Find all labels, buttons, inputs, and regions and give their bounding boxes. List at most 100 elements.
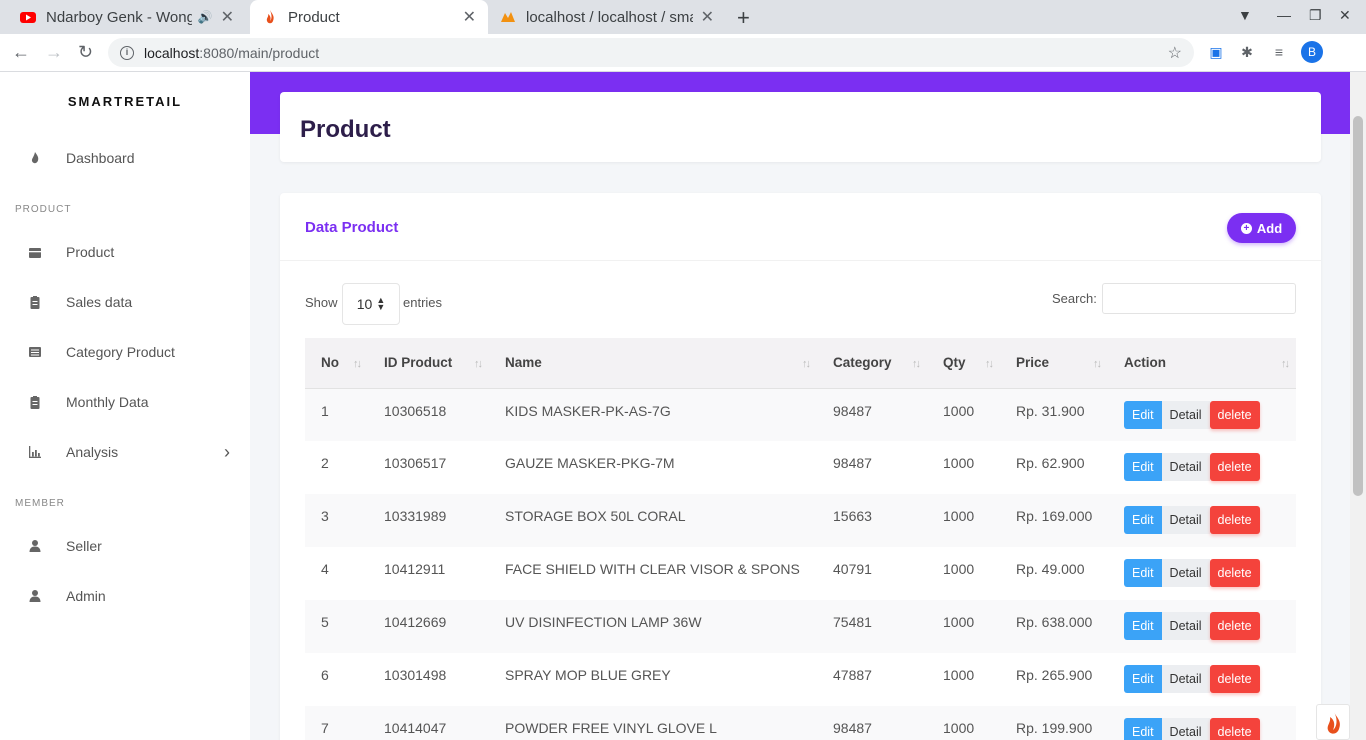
cell-id: 10412669 [384,614,447,630]
detail-button[interactable]: Detail [1161,612,1210,640]
cell-no: 7 [321,720,329,736]
sidebar-item-label: Monthly Data [66,394,149,410]
sidebar-item-product[interactable]: Product [0,237,250,267]
address-bar[interactable]: i localhost:8080/main/product ☆ [108,38,1194,67]
search-input[interactable] [1102,283,1296,314]
entries-label: entries [403,295,443,310]
table-header-row: No ↑↓ ID Product ↑↓ Name ↑↓ Category ↑↓ Qty ↑… [305,338,1296,389]
new-tab-icon[interactable]: + [737,5,750,31]
column-header-id-product[interactable]: ID Product ↑↓ [368,338,489,389]
profile-avatar[interactable]: B [1301,41,1323,63]
delete-button[interactable]: delete [1209,506,1260,534]
column-header-category[interactable]: Category ↑↓ [817,338,927,389]
forward-icon[interactable]: → [45,42,63,63]
sidebar-item-admin[interactable]: Admin [0,581,250,611]
sort-icon: ↑↓ [474,358,483,370]
media-queue-icon[interactable]: ≡ [1269,42,1289,62]
debug-toolbar-button[interactable] [1316,704,1350,740]
edit-button[interactable]: Edit [1124,559,1162,587]
detail-button[interactable]: Detail [1161,718,1210,740]
reload-icon[interactable]: ↻ [78,42,93,63]
cell-qty: 1000 [943,667,975,683]
delete-button[interactable]: delete [1209,665,1260,693]
minimize-icon[interactable]: — [1277,7,1291,23]
detail-button[interactable]: Detail [1161,665,1210,693]
cell-action: Edit Detail delete [1108,388,1296,441]
url-host: localhost [144,44,200,61]
add-button-label: Add [1256,220,1283,236]
page-scrollbar[interactable] [1350,72,1366,740]
close-window-icon[interactable]: ✕ [1339,7,1351,24]
extension-icon[interactable]: ▣ [1206,42,1226,62]
close-tab-icon[interactable]: ✕ [463,7,476,27]
cell-category: 40791 [833,561,872,577]
back-icon[interactable]: ← [12,42,30,63]
puzzle-icon[interactable]: ✱ [1237,42,1257,62]
user-icon [29,540,41,552]
delete-button[interactable]: delete [1209,559,1260,587]
edit-button[interactable]: Edit [1124,665,1162,693]
tab-search-icon[interactable]: ▼ [1238,7,1252,23]
sidebar-item-analysis[interactable]: Analysis › [0,437,250,467]
maximize-icon[interactable]: ❐ [1309,7,1322,24]
detail-button[interactable]: Detail [1161,506,1210,534]
speaker-icon[interactable]: 🔊 [198,10,213,24]
show-label: Show [305,295,338,310]
sidebar-item-sales-data[interactable]: Sales data [0,287,250,317]
site-info-icon[interactable]: i [120,45,134,60]
add-button[interactable]: + Add [1227,213,1296,243]
cell-id: 10414047 [384,720,447,736]
column-label: Name [505,355,542,371]
delete-button[interactable]: delete [1209,612,1260,640]
edit-button[interactable]: Edit [1124,612,1162,640]
table-row: 7 10414047 POWDER FREE VINYL GLOVE L 984… [305,706,1296,740]
detail-button[interactable]: Detail [1161,559,1210,587]
table-row: 3 10331989 STORAGE BOX 50L CORAL 15663 1… [305,494,1296,547]
column-header-no[interactable]: No ↑↓ [305,338,368,389]
cell-no: 4 [321,561,329,577]
column-header-price[interactable]: Price ↑↓ [1000,338,1108,389]
chevron-right-icon: › [224,441,230,462]
close-tab-icon[interactable]: ✕ [701,7,714,27]
sidebar-item-seller[interactable]: Seller [0,531,250,561]
sidebar-item-label: Seller [66,538,102,554]
browser-tab-youtube[interactable]: Ndarboy Genk - Wong 🔊 ✕ [8,0,246,34]
edit-button[interactable]: Edit [1124,400,1162,429]
table-row: 5 10412669 UV DISINFECTION LAMP 36W 7548… [305,600,1296,653]
sidebar-item-dashboard[interactable]: Dashboard [0,143,250,173]
sort-icon: ↑↓ [1093,358,1102,370]
column-header-action[interactable]: Action ↑↓ [1108,338,1296,389]
browser-tab-product[interactable]: Product ✕ [250,0,488,34]
detail-button[interactable]: Detail [1161,400,1210,429]
cell-name: UV DISINFECTION LAMP 36W [505,614,702,630]
edit-button[interactable]: Edit [1124,506,1162,534]
phpmyadmin-icon [501,12,515,22]
browser-tab-phpmyadmin[interactable]: localhost / localhost / sma ✕ [488,0,726,34]
bar-chart-icon [29,446,41,458]
bookmark-star-icon[interactable]: ☆ [1168,43,1182,63]
sidebar-item-monthly-data[interactable]: Monthly Data [0,387,250,417]
cell-price: Rp. 265.900 [1016,667,1093,683]
delete-button[interactable]: delete [1209,453,1260,481]
sidebar-item-category-product[interactable]: Category Product [0,337,250,367]
browser-toolbar: ← → ↻ i localhost:8080/main/product ☆ ▣ … [0,34,1366,72]
column-label: Price [1016,355,1050,371]
entries-select[interactable]: 10 ▲ ▼ [342,283,400,325]
brand-logo[interactable]: SMARTRETAIL [0,94,250,109]
delete-button[interactable]: delete [1209,400,1260,429]
column-header-qty[interactable]: Qty ↑↓ [927,338,1000,389]
cell-qty: 1000 [943,455,975,471]
cell-category: 47887 [833,667,872,683]
detail-button[interactable]: Detail [1161,453,1210,481]
edit-button[interactable]: Edit [1124,718,1162,740]
cell-name: FACE SHIELD WITH CLEAR VISOR & SPONS [505,561,800,577]
sidebar-section-product: PRODUCT [15,204,72,215]
delete-button[interactable]: delete [1209,718,1260,740]
tab-title: Product [288,8,340,26]
page-header-card: Product [280,92,1321,162]
column-header-name[interactable]: Name ↑↓ [489,338,817,389]
scrollbar-thumb[interactable] [1353,116,1363,496]
close-tab-icon[interactable]: ✕ [221,7,234,27]
cell-no: 5 [321,614,329,630]
edit-button[interactable]: Edit [1124,453,1162,481]
